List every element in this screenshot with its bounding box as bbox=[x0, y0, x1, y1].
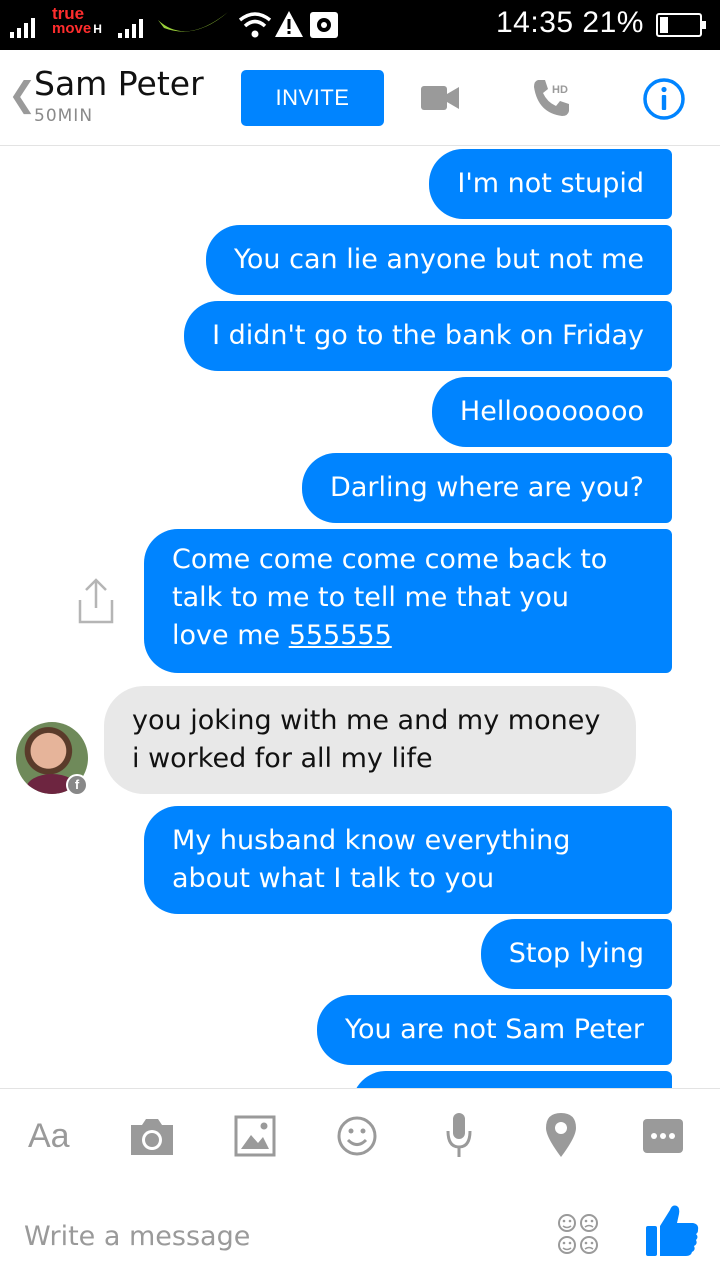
message-bubble-outgoing-partial[interactable] bbox=[352, 1071, 672, 1088]
message-bubble-outgoing[interactable]: Come come come come back to talk to me t… bbox=[144, 529, 672, 673]
info-icon[interactable] bbox=[642, 77, 686, 121]
share-icon[interactable] bbox=[76, 576, 116, 626]
signal-icon-2 bbox=[118, 19, 143, 38]
message-bubble-outgoing[interactable]: Stop lying bbox=[480, 919, 672, 989]
contact-name[interactable]: Sam Peter bbox=[34, 64, 204, 103]
back-chevron-icon[interactable]: ❮ bbox=[8, 78, 37, 112]
carrier-line1: true bbox=[52, 4, 85, 23]
message-bubble-outgoing[interactable]: I'm not stupid bbox=[429, 149, 672, 219]
emoji-icon[interactable] bbox=[336, 1111, 378, 1161]
message-line: you joking with me and my money bbox=[132, 705, 601, 736]
carrier-label: true move H bbox=[52, 4, 102, 37]
text-format-button[interactable]: Aa bbox=[28, 1111, 70, 1161]
gallery-icon[interactable] bbox=[234, 1111, 276, 1161]
battery-percent: 21% bbox=[582, 6, 644, 39]
message-line: about what I talk to you bbox=[172, 863, 495, 894]
phone-link[interactable]: 555555 bbox=[289, 620, 392, 651]
carrier-line2: move bbox=[52, 20, 92, 37]
message-line: talk to me to tell me that you bbox=[172, 582, 570, 613]
composer-toolbar: Aa bbox=[0, 1088, 720, 1188]
clock: 14:35 21% bbox=[496, 6, 644, 39]
network-type: H bbox=[93, 22, 102, 36]
message-bubble-outgoing[interactable]: You can lie anyone but not me bbox=[206, 225, 672, 295]
screenshot-notification-icon bbox=[310, 12, 338, 38]
message-bubble-outgoing[interactable]: I didn't go to the bank on Friday bbox=[184, 301, 672, 371]
message-composer bbox=[0, 1188, 720, 1280]
message-bubble-outgoing[interactable]: Darling where are you? bbox=[302, 453, 672, 523]
message-bubble-outgoing[interactable]: Helloooooooo bbox=[431, 377, 672, 447]
message-bubble-outgoing[interactable]: You are not Sam Peter bbox=[317, 995, 672, 1065]
video-camera-icon[interactable] bbox=[420, 84, 460, 112]
battery-fill bbox=[660, 17, 668, 33]
last-seen-label: 50MIN bbox=[34, 106, 94, 126]
more-icon[interactable] bbox=[642, 1111, 684, 1161]
microphone-icon[interactable] bbox=[444, 1111, 474, 1161]
message-line: i worked for all my life bbox=[132, 743, 433, 774]
camera-icon[interactable] bbox=[128, 1111, 176, 1161]
message-list[interactable]: I'm not stupid You can lie anyone but no… bbox=[0, 146, 720, 1088]
location-icon[interactable] bbox=[544, 1111, 578, 1161]
hd-phone-icon[interactable]: HD bbox=[530, 76, 574, 120]
chat-header: ❮ Sam Peter 50MIN INVITE HD bbox=[0, 50, 720, 146]
message-line: love me bbox=[172, 620, 289, 651]
message-line: My husband know everything bbox=[172, 825, 571, 856]
battery-icon bbox=[656, 13, 706, 37]
svg-text:HD: HD bbox=[552, 84, 568, 96]
facebook-badge-icon: f bbox=[66, 774, 88, 796]
thumbs-up-icon[interactable] bbox=[644, 1202, 700, 1258]
warning-icon bbox=[275, 11, 303, 37]
sticker-icon[interactable] bbox=[556, 1212, 600, 1256]
signal-icon bbox=[10, 18, 35, 38]
message-bubble-outgoing[interactable]: My husband know everything about what I … bbox=[144, 806, 672, 914]
carrier-logo-icon bbox=[158, 12, 228, 32]
message-bubble-incoming[interactable]: you joking with me and my money i worked… bbox=[104, 686, 636, 794]
invite-button[interactable]: INVITE bbox=[241, 70, 384, 126]
status-bar: true move H 14:35 21% bbox=[0, 0, 720, 50]
message-line: Come come come come back to bbox=[172, 544, 608, 575]
message-input[interactable] bbox=[24, 1214, 524, 1258]
wifi-icon bbox=[238, 12, 272, 38]
